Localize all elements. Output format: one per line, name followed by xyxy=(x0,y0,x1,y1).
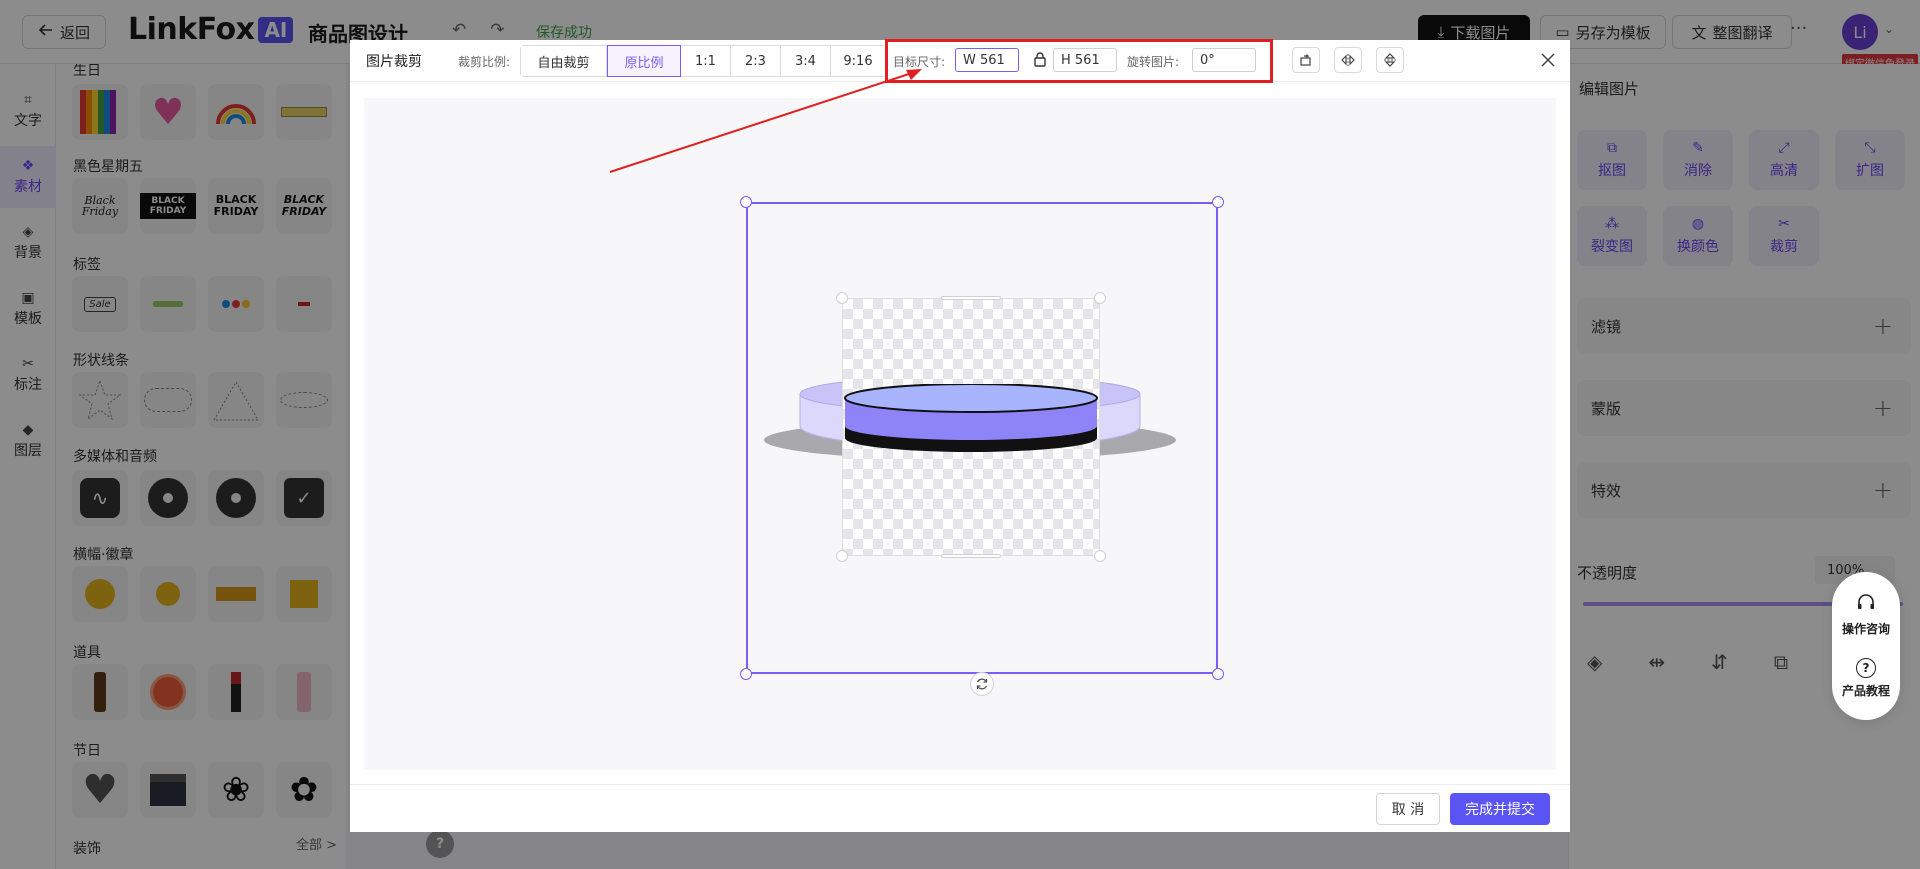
image-handle-bottom-right[interactable] xyxy=(1094,550,1106,562)
close-icon[interactable] xyxy=(1536,48,1560,72)
lock-icon[interactable] xyxy=(1033,51,1047,71)
crop-handle-top-left[interactable] xyxy=(740,196,752,208)
crop-toolbar: 图片裁剪 裁剪比例: 自由裁剪 原比例 1:1 2:3 3:4 9:16 目标尺… xyxy=(350,39,1570,83)
image-handle-top[interactable] xyxy=(941,296,1001,300)
ratio-label: 裁剪比例: xyxy=(458,55,511,69)
flip-vertical-icon[interactable] xyxy=(1376,47,1404,73)
crop-dialog: 图片裁剪 裁剪比例: 自由裁剪 原比例 1:1 2:3 3:4 9:16 目标尺… xyxy=(350,39,1570,832)
dialog-title: 图片裁剪 xyxy=(366,54,422,70)
ratio-1-1-button[interactable]: 1:1 xyxy=(681,46,731,76)
image-handle-top-right[interactable] xyxy=(1094,292,1106,304)
rotate-icon[interactable] xyxy=(1292,47,1320,73)
consult-label: 操作咨询 xyxy=(1841,622,1890,636)
ratio-original-button[interactable]: 原比例 xyxy=(607,45,681,77)
dialog-footer: 取 消 完成并提交 xyxy=(350,784,1570,832)
image-handle-top-left[interactable] xyxy=(836,292,848,304)
question-icon: ? xyxy=(1855,658,1876,678)
cancel-button[interactable]: 取 消 xyxy=(1376,793,1440,825)
flip-horizontal-icon[interactable] xyxy=(1334,47,1362,73)
ratio-free-button[interactable]: 自由裁剪 xyxy=(521,46,607,76)
crop-handle-top-right[interactable] xyxy=(1212,196,1224,208)
submit-button[interactable]: 完成并提交 xyxy=(1450,793,1550,825)
ratio-9-16-button[interactable]: 9:16 xyxy=(831,46,885,76)
tutorial-label: 产品教程 xyxy=(1841,684,1890,698)
tutorial-button[interactable]: ? 产品教程 xyxy=(1842,658,1890,699)
ratio-segmented-control: 自由裁剪 原比例 1:1 2:3 3:4 9:16 xyxy=(520,45,886,77)
crop-handle-bottom-right[interactable] xyxy=(1212,668,1224,680)
rotate-handle-icon[interactable] xyxy=(970,672,994,696)
crop-canvas[interactable] xyxy=(364,98,1556,770)
ratio-2-3-button[interactable]: 2:3 xyxy=(731,46,781,76)
floating-help: 操作咨询 ? 产品教程 xyxy=(1832,572,1900,720)
height-input[interactable]: H 561 xyxy=(1053,48,1117,72)
consult-button[interactable]: 操作咨询 xyxy=(1842,593,1890,637)
image-handle-bottom-left[interactable] xyxy=(836,550,848,562)
headset-icon xyxy=(1856,593,1876,616)
image-handle-bottom[interactable] xyxy=(941,554,1001,558)
target-size-label: 目标尺寸: xyxy=(893,55,946,69)
width-input[interactable]: W 561 xyxy=(955,48,1019,72)
crop-handle-bottom-left[interactable] xyxy=(740,668,752,680)
rotate-label: 旋转图片: xyxy=(1127,55,1180,69)
podium-center xyxy=(844,384,1098,452)
ratio-3-4-button[interactable]: 3:4 xyxy=(781,46,831,76)
rotate-input[interactable]: 0° xyxy=(1192,48,1256,72)
